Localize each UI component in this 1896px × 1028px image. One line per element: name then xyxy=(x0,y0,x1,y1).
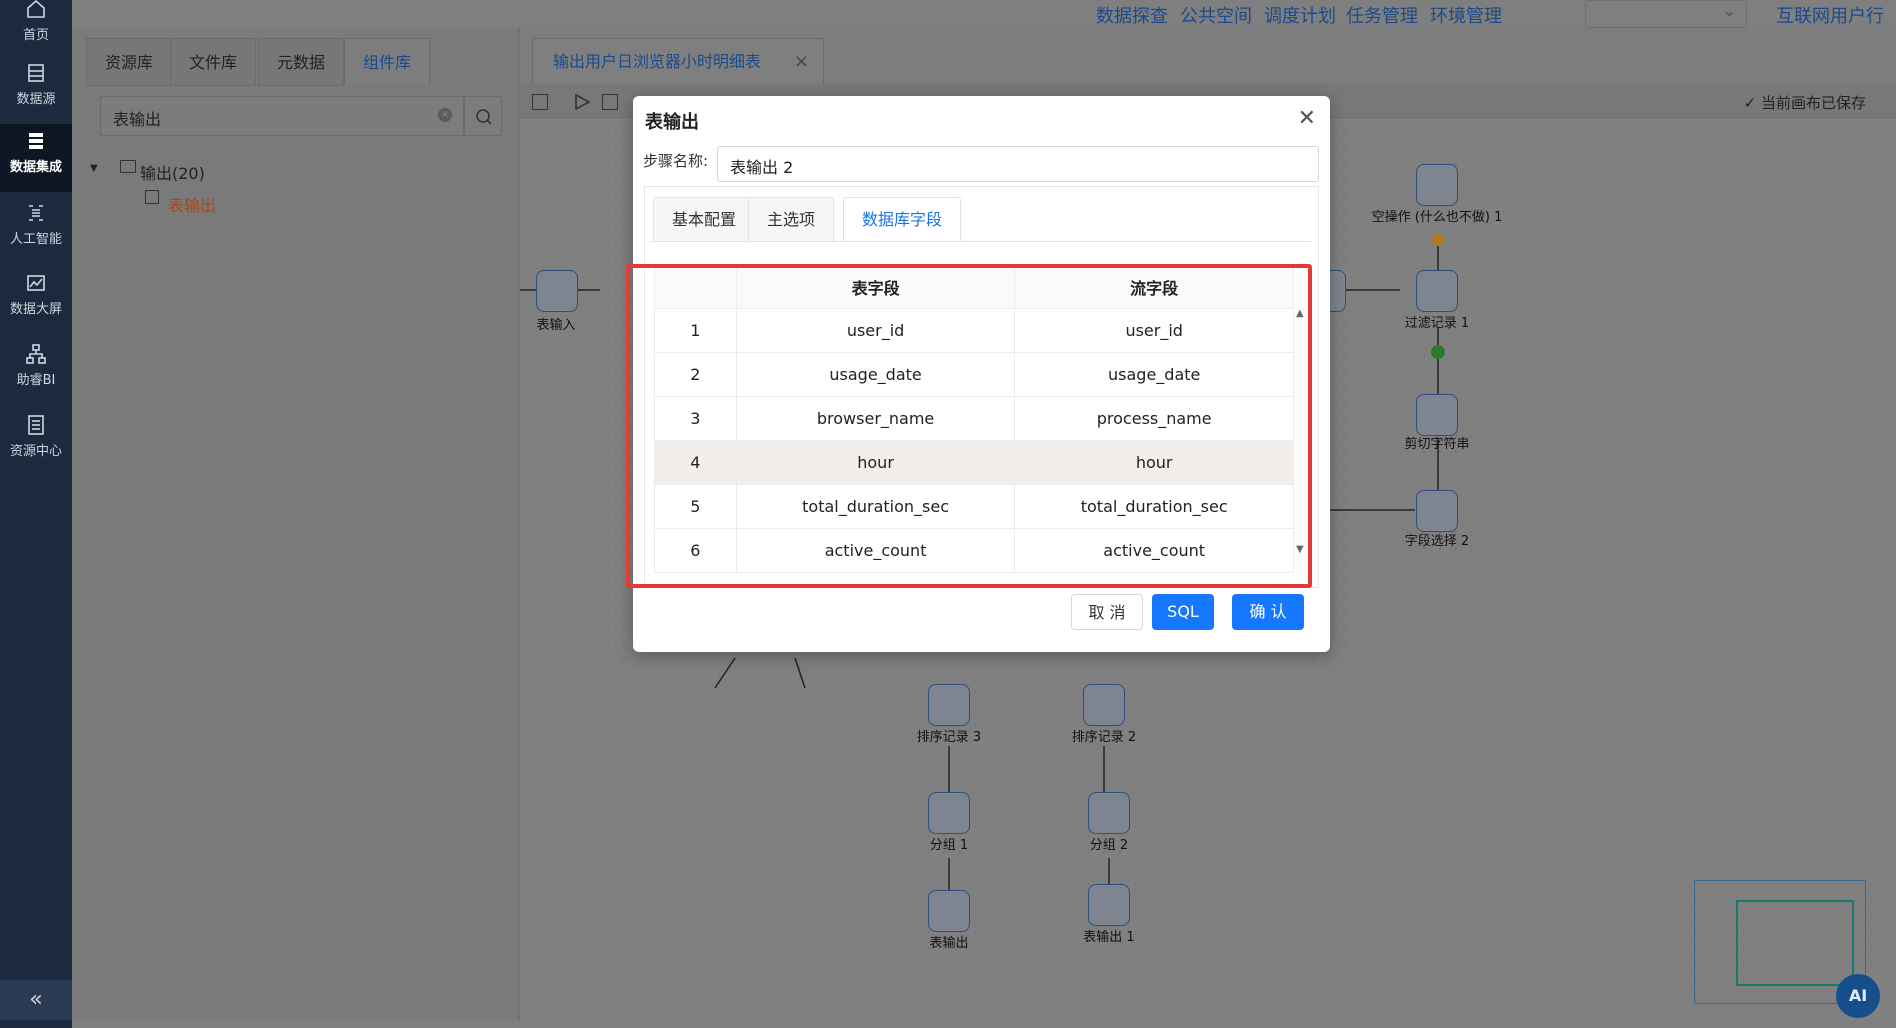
minimap-viewport[interactable] xyxy=(1736,900,1854,986)
tab-component-lib[interactable]: 组件库 xyxy=(344,38,431,86)
node-table-output-1[interactable] xyxy=(1088,884,1130,926)
search-icon xyxy=(476,109,492,125)
node-label: 表输出 xyxy=(929,936,969,951)
nav-link-schedule[interactable]: 调度计划 xyxy=(1264,2,1336,28)
folder-icon xyxy=(120,160,136,173)
node-label: 分组 2 xyxy=(1089,838,1129,853)
sidebar-item-integration[interactable]: 数据集成 xyxy=(0,124,72,192)
search-button[interactable] xyxy=(464,96,502,136)
node-label: 字段选择 2 xyxy=(1404,534,1470,549)
node-label: 过滤记录 1 xyxy=(1404,316,1470,331)
node-select-fields-2[interactable] xyxy=(1416,490,1458,532)
document-icon xyxy=(25,414,47,436)
ai-assistant-button[interactable]: AI xyxy=(1836,974,1880,1018)
collapse-sidebar-button[interactable]: « xyxy=(0,980,72,1020)
node-label: 排序记录 3 xyxy=(916,730,982,745)
tree-folder-output[interactable]: 输出(20) xyxy=(140,160,205,184)
confirm-button[interactable]: 确 认 xyxy=(1232,594,1304,630)
step-name-input[interactable]: 表输出 2 xyxy=(717,146,1319,182)
clear-icon[interactable]: × xyxy=(438,108,452,122)
tab-main-options[interactable]: 主选项 xyxy=(748,197,835,241)
nav-link-tasks[interactable]: 任务管理 xyxy=(1346,2,1418,28)
node-label: 表输入 xyxy=(536,318,576,333)
node-noop[interactable] xyxy=(1416,164,1458,206)
tab-divider xyxy=(651,241,1311,242)
nav-link-env[interactable]: 环境管理 xyxy=(1430,2,1502,28)
sidebar-item-datasource[interactable]: 数据源 xyxy=(0,56,72,124)
node-group-1[interactable] xyxy=(928,792,970,834)
table-icon xyxy=(145,190,159,204)
node-sort-3[interactable] xyxy=(928,684,970,726)
sidebar: 首页 数据源 数据集成 人工智能 数据大屏 助睿BI 资源中心 « xyxy=(0,0,72,1028)
caret-down-icon[interactable]: ▼ xyxy=(90,163,98,174)
tab-resource-lib[interactable]: 资源库 xyxy=(86,38,173,86)
sidebar-item-label: 数据集成 xyxy=(9,160,62,175)
database-icon xyxy=(25,62,47,84)
sidebar-item-resources[interactable]: 资源中心 xyxy=(0,408,72,476)
node-cut-string[interactable] xyxy=(1416,394,1458,436)
sidebar-item-ai[interactable]: 人工智能 xyxy=(0,196,72,264)
chart-icon xyxy=(25,272,47,294)
top-nav: 数据探查 公共空间 调度计划 任务管理 环境管理 互联网用户行为... xyxy=(72,0,1896,53)
ai-icon xyxy=(25,202,47,224)
node-group-2[interactable] xyxy=(1088,792,1130,834)
step-name-label: 步骤名称: xyxy=(643,152,709,170)
left-panel: 资源库 文件库 元数据 组件库 表输出 × ▼ 输出(20) 表输出 xyxy=(72,28,520,1020)
sidebar-item-label: 资源中心 xyxy=(9,444,62,459)
home-icon xyxy=(25,0,47,20)
org-icon xyxy=(25,343,47,365)
cancel-button[interactable]: 取 消 xyxy=(1071,594,1143,630)
sidebar-item-label: 首页 xyxy=(22,28,49,43)
tab-basic-config[interactable]: 基本配置 xyxy=(653,197,756,241)
workspace-select[interactable] xyxy=(1585,0,1747,28)
tab-db-fields[interactable]: 数据库字段 xyxy=(843,197,962,241)
component-search-input[interactable]: 表输出 xyxy=(100,96,464,136)
sidebar-item-bi[interactable]: 助睿BI xyxy=(0,337,72,405)
highlight-box xyxy=(626,264,1312,588)
sql-button[interactable]: SQL xyxy=(1152,594,1214,630)
close-icon[interactable]: ✕ xyxy=(1298,106,1316,131)
nav-link-public[interactable]: 公共空间 xyxy=(1180,2,1252,28)
node-sort-2[interactable] xyxy=(1083,684,1125,726)
node-label: 排序记录 2 xyxy=(1071,730,1137,745)
node-label: 空操作 (什么也不做) 1 xyxy=(1371,210,1503,225)
dialog-title: 表输出 xyxy=(645,112,699,133)
stack-icon xyxy=(25,130,47,152)
node-label: 表输出 1 xyxy=(1083,930,1135,945)
sidebar-item-label: 数据大屏 xyxy=(9,302,62,317)
tab-metadata[interactable]: 元数据 xyxy=(258,38,345,86)
nav-link-explore[interactable]: 数据探查 xyxy=(1096,2,1168,28)
table-output-dialog: 表输出 ✕ 步骤名称: 表输出 2 基本配置 主选项 数据库字段 表字段 流字段… xyxy=(626,96,1330,652)
sidebar-item-label: 助睿BI xyxy=(16,373,56,388)
sidebar-item-label: 人工智能 xyxy=(9,232,62,247)
node-table-output[interactable] xyxy=(928,890,970,932)
node-filter[interactable] xyxy=(1416,270,1458,312)
node-label: 剪切字符串 xyxy=(1404,437,1470,452)
node-label: 分组 1 xyxy=(929,838,969,853)
tree-item-table-output[interactable]: 表输出 xyxy=(168,192,216,216)
sidebar-item-dashboard[interactable]: 数据大屏 xyxy=(0,266,72,334)
sidebar-item-home[interactable]: 首页 xyxy=(0,0,72,60)
node-table-input[interactable] xyxy=(536,270,578,312)
tab-file-lib[interactable]: 文件库 xyxy=(170,38,257,86)
sidebar-item-label: 数据源 xyxy=(16,92,56,107)
